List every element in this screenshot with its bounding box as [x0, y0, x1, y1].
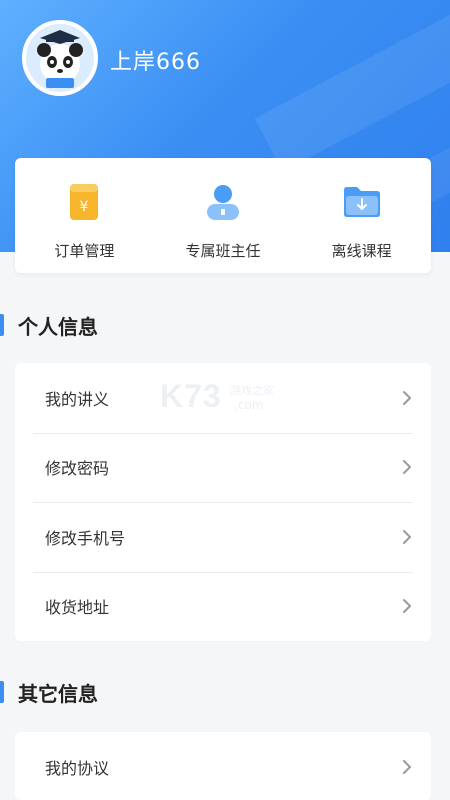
- chevron-right-icon: [403, 529, 411, 544]
- other-info-list: 我的协议: [15, 732, 431, 800]
- offline-courses-button[interactable]: 离线课程: [292, 158, 431, 273]
- wallet-yuan-icon: ¥: [62, 180, 106, 224]
- section-accent-bar: [0, 681, 4, 703]
- section-title-text: 其它信息: [18, 681, 98, 706]
- quick-actions-card: ¥ 订单管理 专属班主任 离线课程: [15, 158, 431, 273]
- avatar[interactable]: [22, 20, 98, 96]
- list-item-label: 修改密码: [45, 459, 110, 479]
- list-item-shipping-address[interactable]: 收货地址: [15, 571, 431, 642]
- chevron-right-icon: [403, 460, 411, 475]
- watermark: K73 游戏之家 .com: [160, 378, 300, 418]
- list-item-label: 收货地址: [45, 598, 110, 618]
- list-item-my-agreements[interactable]: 我的协议: [15, 732, 431, 800]
- watermark-domain: .com: [234, 398, 264, 412]
- chevron-right-icon: [403, 759, 411, 774]
- quick-action-label: 订单管理: [54, 242, 115, 260]
- list-item-label: 我的协议: [45, 758, 110, 778]
- list-item-label: 修改手机号: [45, 528, 126, 548]
- quick-action-label: 专属班主任: [185, 242, 261, 260]
- quick-action-label: 离线课程: [331, 242, 392, 260]
- panda-avatar-icon: [26, 24, 94, 92]
- user-icon: [201, 180, 245, 224]
- section-accent-bar: [0, 314, 4, 336]
- watermark-cn: 游戏之家: [230, 384, 274, 397]
- chevron-right-icon: [403, 390, 411, 405]
- section-title-text: 个人信息: [18, 314, 98, 339]
- chevron-right-icon: [403, 599, 411, 614]
- list-item-change-password[interactable]: 修改密码: [15, 432, 431, 503]
- folder-download-icon: [340, 180, 384, 224]
- section-title-personal: 个人信息: [0, 310, 98, 340]
- header-decoration: [254, 0, 450, 172]
- svg-text:¥: ¥: [80, 199, 89, 215]
- username: 上岸666: [110, 50, 201, 75]
- class-teacher-button[interactable]: 专属班主任: [154, 158, 293, 273]
- watermark-brand: K73: [160, 378, 222, 414]
- order-management-button[interactable]: ¥ 订单管理: [15, 158, 154, 273]
- section-title-other: 其它信息: [0, 677, 98, 707]
- list-item-change-phone[interactable]: 修改手机号: [15, 502, 431, 572]
